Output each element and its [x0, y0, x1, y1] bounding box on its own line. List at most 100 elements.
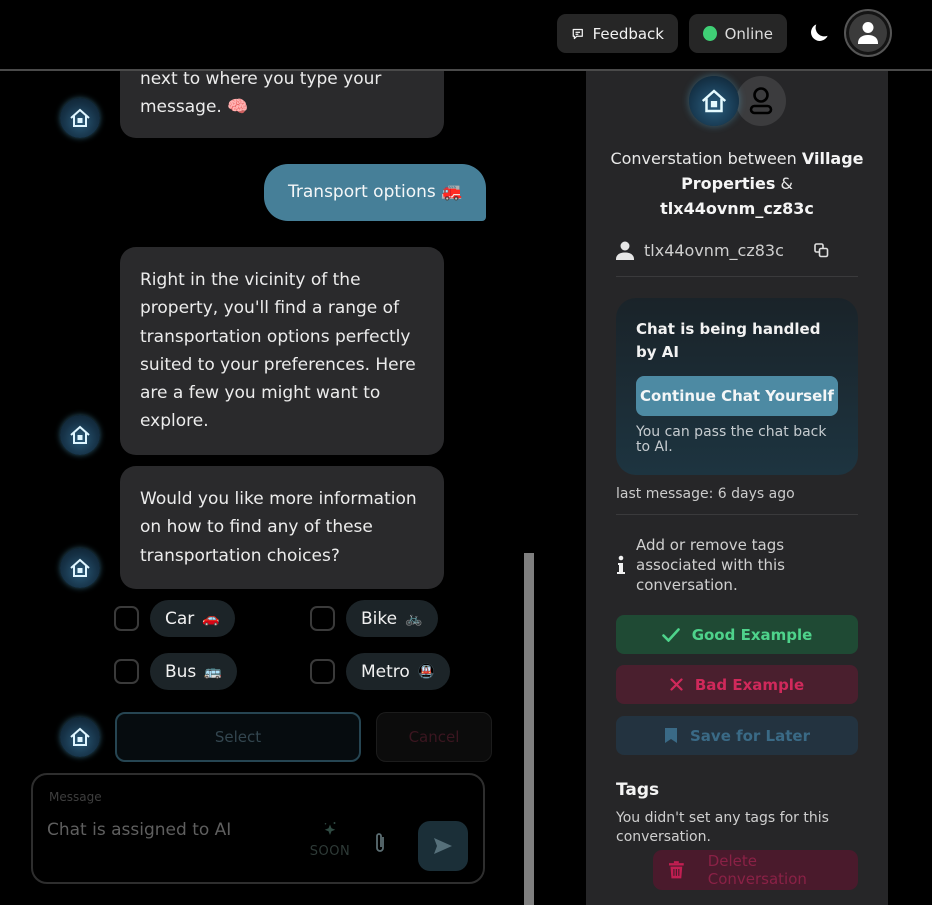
message-square-icon — [572, 28, 583, 39]
divider — [616, 514, 858, 515]
tags-info: Add or remove tags associated with this … — [616, 535, 806, 595]
house-icon — [70, 425, 90, 444]
bot-message: next to where you type your message. 🧠 — [120, 71, 444, 138]
option-checkbox[interactable] — [114, 606, 139, 631]
cancel-button[interactable]: Cancel — [376, 712, 492, 762]
copy-icon[interactable] — [814, 243, 829, 258]
option-bike: Bike 🚲 — [310, 600, 438, 637]
attach-button[interactable] — [373, 831, 387, 859]
paperclip-icon — [376, 833, 384, 852]
ai-card-title: Chat is being handled by AI — [636, 320, 821, 361]
bot-message: Would you like more information on how t… — [120, 466, 444, 589]
option-label: Bus — [165, 661, 197, 682]
avatar — [849, 14, 887, 52]
house-icon — [701, 89, 727, 113]
good-example-label: Good Example — [691, 625, 813, 644]
tags-empty-text: You didn't set any tags for this convers… — [616, 810, 829, 845]
info-icon — [617, 555, 625, 574]
option-checkbox[interactable] — [114, 659, 139, 684]
ai-handling-card: Chat is being handled by AI Continue Cha… — [616, 298, 858, 475]
option-car: Car 🚗 — [114, 600, 235, 637]
option-chip[interactable]: Bus 🚌 — [150, 653, 237, 690]
chat-scrollbar[interactable] — [524, 553, 534, 905]
title-prefix: Converstation between — [610, 149, 802, 168]
bot-avatar — [60, 717, 100, 757]
bot-avatar — [60, 98, 100, 138]
option-checkbox[interactable] — [310, 659, 335, 684]
metro-icon: 🚇 — [417, 663, 436, 680]
top-bar: Feedback Online — [0, 0, 932, 71]
continue-chat-button[interactable]: Continue Chat Yourself — [636, 376, 838, 416]
message-field-label: Message — [49, 790, 102, 804]
user-message: Transport options 🚒 — [264, 164, 487, 221]
online-status-dot — [703, 26, 717, 41]
user-icon — [616, 241, 634, 260]
feedback-label: Feedback — [592, 24, 664, 43]
conversation-details-panel: Converstation between Village Properties… — [586, 71, 888, 905]
x-icon — [670, 678, 683, 691]
bot-avatar — [60, 548, 100, 588]
theme-toggle[interactable] — [806, 20, 832, 46]
option-chip[interactable]: Metro 🚇 — [346, 653, 451, 690]
business-avatar — [689, 76, 739, 126]
bad-example-label: Bad Example — [694, 675, 805, 694]
visitor-avatar — [736, 76, 786, 126]
participants-avatars — [689, 76, 786, 126]
ai-card-note: You can pass the chat back to AI. — [636, 424, 827, 455]
user-outline-icon — [749, 87, 773, 115]
message-input[interactable] — [47, 817, 297, 843]
message-text: Would you like more information on how t… — [140, 489, 417, 566]
message-text-line: next to where you type your — [140, 71, 382, 89]
bookmark-icon — [665, 728, 677, 743]
visitor-id: tlx44ovnm_cz83c — [644, 241, 784, 260]
visitor-name: tlx44ovnm_cz83c — [660, 199, 814, 218]
bus-icon: 🚌 — [204, 663, 222, 680]
option-chip[interactable]: Bike 🚲 — [346, 600, 438, 637]
bot-message: Right in the vicinity of the property, y… — [120, 247, 444, 455]
user-icon — [858, 22, 878, 44]
trash-icon — [669, 861, 684, 879]
bot-avatar — [60, 415, 100, 455]
option-checkbox[interactable] — [310, 606, 335, 631]
send-button[interactable] — [418, 821, 468, 871]
option-metro: Metro 🚇 — [310, 653, 451, 690]
profile-button[interactable] — [844, 9, 892, 57]
delete-conversation-button[interactable]: Delete Conversation — [653, 850, 858, 890]
car-icon: 🚗 — [202, 610, 220, 627]
tags-heading: Tags — [616, 780, 660, 800]
soon-label: SOON — [309, 844, 351, 859]
moon-icon — [811, 24, 828, 41]
status-button[interactable]: Online — [689, 14, 787, 53]
good-example-button[interactable]: Good Example — [616, 615, 858, 654]
tags-info-text: Add or remove tags associated with this … — [636, 536, 785, 594]
save-for-later-button[interactable]: Save for Later — [616, 716, 858, 755]
visitor-id-row: tlx44ovnm_cz83c — [616, 241, 829, 260]
message-composer: Message SOON — [31, 773, 485, 884]
send-icon — [434, 838, 452, 854]
ai-assist-button[interactable]: SOON — [305, 820, 355, 859]
conversation-title: Converstation between Village Properties… — [606, 146, 868, 221]
chat-thread: next to where you type your message. 🧠 T… — [0, 71, 586, 905]
sparkle-icon — [324, 822, 336, 835]
message-text: Right in the vicinity of the property, y… — [140, 270, 416, 432]
save-for-later-label: Save for Later — [690, 726, 810, 745]
last-message-time: last message: 6 days ago — [616, 486, 795, 502]
select-button[interactable]: Select — [115, 712, 361, 762]
option-chip[interactable]: Car 🚗 — [150, 600, 235, 637]
house-icon — [70, 727, 90, 746]
check-icon — [661, 627, 680, 642]
bike-icon: 🚲 — [405, 610, 423, 627]
option-label: Bike — [361, 608, 398, 629]
option-bus: Bus 🚌 — [114, 653, 237, 690]
message-text-line: message. 🧠 — [140, 97, 249, 118]
house-icon — [70, 108, 90, 127]
title-joiner: & — [775, 174, 793, 193]
feedback-button[interactable]: Feedback — [557, 14, 678, 53]
house-icon — [70, 558, 90, 577]
delete-conversation-label: Delete Conversation — [707, 852, 807, 888]
option-label: Car — [165, 608, 195, 629]
divider — [616, 276, 858, 277]
bad-example-button[interactable]: Bad Example — [616, 665, 858, 704]
status-label: Online — [724, 24, 773, 43]
message-text: Transport options 🚒 — [288, 182, 463, 203]
